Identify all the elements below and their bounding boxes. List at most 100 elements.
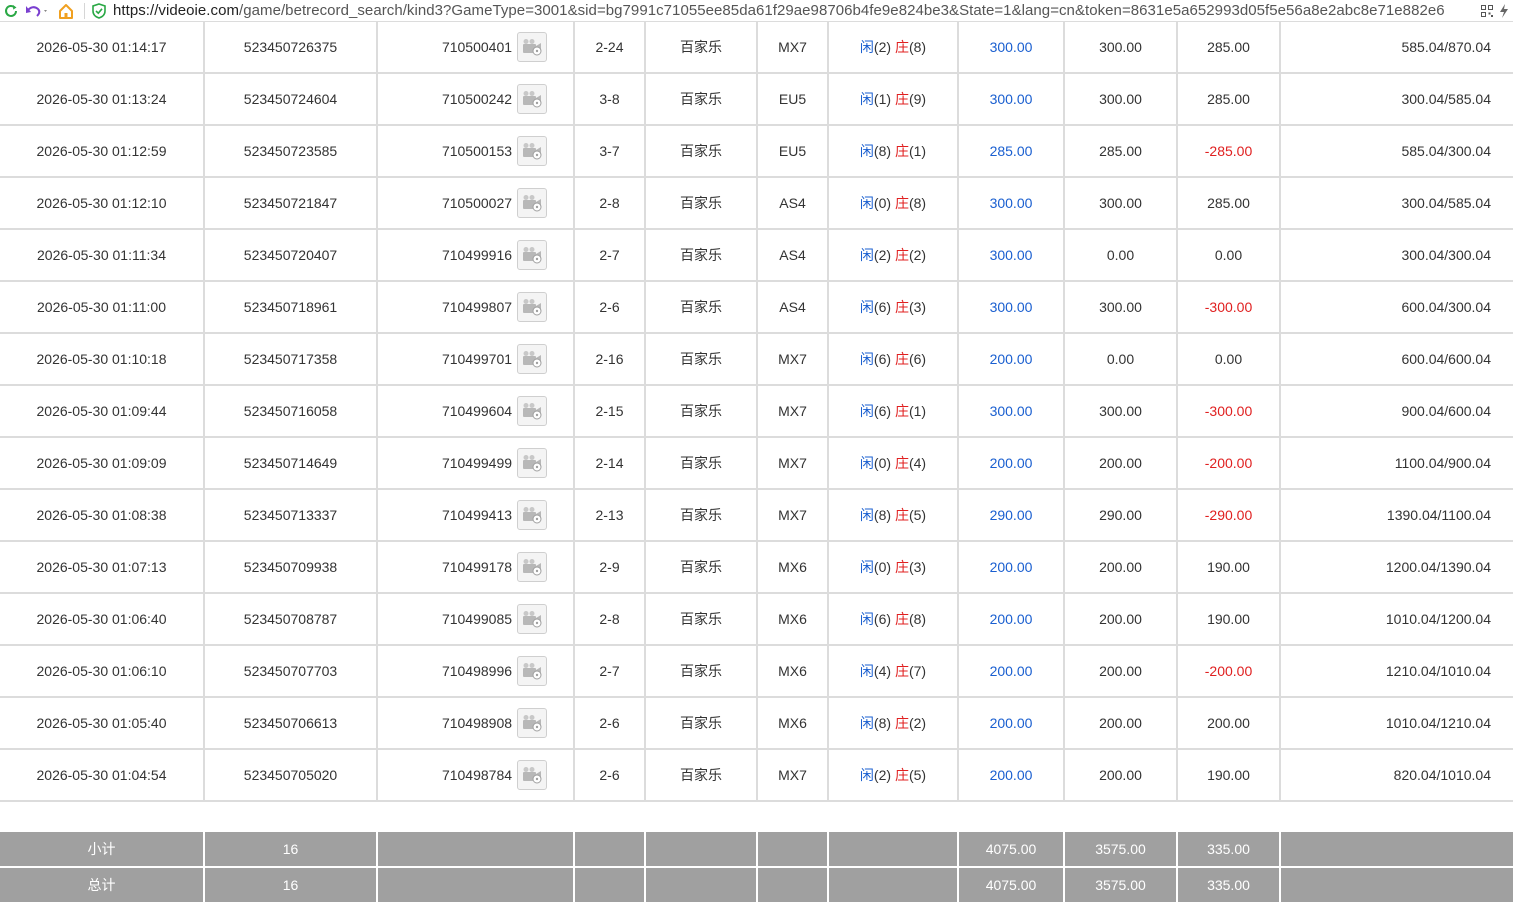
- banker-points: (6): [908, 351, 927, 367]
- address-url[interactable]: https://videoie.com/game/betrecord_searc…: [113, 2, 1445, 19]
- win-loss-cell: -200.00: [1176, 644, 1281, 698]
- video-replay-icon[interactable]: [517, 708, 548, 738]
- order-id: 523450705020: [243, 767, 338, 783]
- bet-amount[interactable]: 300.00: [990, 91, 1033, 107]
- address-bar[interactable]: https://videoie.com/game/betrecord_searc…: [91, 0, 1477, 22]
- video-replay-icon[interactable]: [517, 292, 548, 322]
- bet-time: 2026-05-30 01:08:38: [36, 507, 167, 523]
- bet-amount[interactable]: 200.00: [990, 715, 1033, 731]
- banker-label: 庄: [894, 455, 909, 471]
- bet-amount[interactable]: 200.00: [990, 455, 1033, 471]
- bet-amount[interactable]: 300.00: [990, 403, 1033, 419]
- game-id: 710498908: [441, 715, 513, 731]
- bet-amount[interactable]: 300.00: [990, 39, 1033, 55]
- order-id: 523450718961: [243, 299, 338, 315]
- win-loss: -300.00: [1204, 299, 1253, 315]
- bet-amount[interactable]: 200.00: [990, 559, 1033, 575]
- table-row: 2026-05-30 01:14:17 523450726375 7105004…: [0, 22, 1513, 74]
- balance-change: 585.04/300.04: [1401, 143, 1491, 159]
- player-points: (2): [873, 247, 892, 263]
- player-label: 闲: [859, 39, 874, 55]
- banker-points: (1): [908, 403, 927, 419]
- result-cell: 闲(8) 庄(2): [827, 696, 959, 750]
- bet-amount[interactable]: 300.00: [990, 247, 1033, 263]
- video-replay-icon[interactable]: [517, 240, 548, 270]
- banker-label: 庄: [894, 195, 909, 211]
- player-points: (0): [873, 195, 892, 211]
- bet-amount[interactable]: 200.00: [990, 611, 1033, 627]
- win-loss-cell: -300.00: [1176, 384, 1281, 438]
- bet-amount-cell: 200.00: [957, 436, 1065, 490]
- game-id-cell: 710500401: [376, 22, 575, 74]
- video-replay-icon[interactable]: [517, 396, 548, 426]
- bet-amount[interactable]: 290.00: [990, 507, 1033, 523]
- video-replay-icon[interactable]: [517, 448, 548, 478]
- bet-amount[interactable]: 300.00: [990, 195, 1033, 211]
- order-id: 523450709938: [243, 559, 338, 575]
- qr-icon[interactable]: [1477, 0, 1497, 22]
- bet-amount-cell: 300.00: [957, 280, 1065, 334]
- banker-label: 庄: [894, 767, 909, 783]
- url-host: videoie.com: [158, 2, 240, 19]
- valid-bet-cell: 285.00: [1063, 124, 1178, 178]
- bet-time-cell: 2026-05-30 01:08:38: [0, 488, 205, 542]
- game-id-cell: 710499413: [376, 488, 575, 542]
- win-loss-cell: 190.00: [1176, 748, 1281, 802]
- video-replay-icon[interactable]: [517, 344, 548, 374]
- game-id: 710499413: [441, 507, 513, 523]
- game-id-cell: 710498996: [376, 644, 575, 698]
- win-loss: 200.00: [1207, 715, 1250, 731]
- round-number: 2-15: [595, 403, 624, 419]
- bet-time-cell: 2026-05-30 01:12:59: [0, 124, 205, 178]
- round-cell: 2-6: [573, 280, 646, 334]
- game-type: 百家乐: [680, 39, 722, 55]
- balance-cell: 300.04/585.04: [1279, 176, 1513, 230]
- bet-amount[interactable]: 285.00: [990, 143, 1033, 159]
- game-id: 710498784: [441, 767, 513, 783]
- game-type-cell: 百家乐: [644, 384, 758, 438]
- table-code-cell: AS4: [756, 280, 829, 334]
- player-label: 闲: [859, 403, 874, 419]
- video-replay-icon[interactable]: [517, 656, 548, 686]
- refresh-icon[interactable]: [0, 0, 22, 22]
- video-replay-icon[interactable]: [517, 84, 548, 114]
- home-icon[interactable]: [52, 0, 80, 22]
- bet-amount[interactable]: 200.00: [990, 351, 1033, 367]
- order-id: 523450706613: [243, 715, 338, 731]
- bet-time-cell: 2026-05-30 01:12:10: [0, 176, 205, 230]
- round-number: 3-7: [599, 143, 620, 159]
- round-cell: 2-6: [573, 696, 646, 750]
- round-cell: 2-8: [573, 176, 646, 230]
- table-code-cell: MX7: [756, 436, 829, 490]
- order-id: 523450721847: [243, 195, 338, 211]
- banker-points: (3): [908, 299, 927, 315]
- bet-time-cell: 2026-05-30 01:11:34: [0, 228, 205, 282]
- video-replay-icon[interactable]: [517, 604, 548, 634]
- lightning-icon[interactable]: [1497, 0, 1511, 22]
- undo-icon[interactable]: [22, 0, 52, 22]
- win-loss-cell: -200.00: [1176, 436, 1281, 490]
- bet-amount[interactable]: 300.00: [990, 299, 1033, 315]
- result-cell: 闲(2) 庄(2): [827, 228, 959, 282]
- video-replay-icon[interactable]: [517, 552, 548, 582]
- order-id: 523450726375: [243, 39, 338, 55]
- banker-points: (5): [908, 767, 927, 783]
- game-type-cell: 百家乐: [644, 228, 758, 282]
- video-replay-icon[interactable]: [517, 500, 548, 530]
- subtotal-row: 小计 16 4075.00 3575.00 335.00: [0, 830, 1513, 868]
- game-type-cell: 百家乐: [644, 22, 758, 74]
- shield-icon: [91, 0, 107, 22]
- win-loss-cell: -300.00: [1176, 280, 1281, 334]
- bet-time: 2026-05-30 01:09:09: [36, 455, 167, 471]
- video-replay-icon[interactable]: [517, 188, 548, 218]
- video-replay-icon[interactable]: [517, 760, 548, 790]
- video-replay-icon[interactable]: [517, 136, 548, 166]
- game-type: 百家乐: [680, 663, 722, 679]
- bet-amount[interactable]: 200.00: [990, 767, 1033, 783]
- balance-cell: 1010.04/1210.04: [1279, 696, 1513, 750]
- video-replay-icon[interactable]: [517, 32, 548, 62]
- bet-time: 2026-05-30 01:14:17: [36, 39, 167, 55]
- game-type: 百家乐: [680, 559, 722, 575]
- bet-amount[interactable]: 200.00: [990, 663, 1033, 679]
- table-row: 2026-05-30 01:10:18 523450717358 7104997…: [0, 332, 1513, 386]
